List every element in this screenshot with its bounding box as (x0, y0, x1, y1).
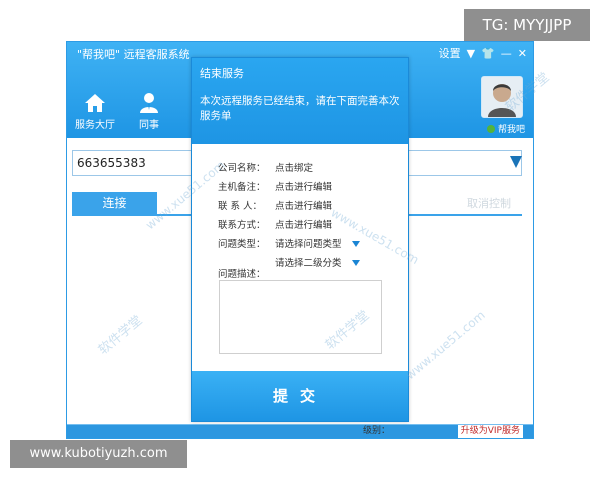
dialog-message: 本次远程服务已经结束，请在下面完善本次服务单 (200, 95, 400, 122)
skin-icon[interactable]: 👕 (481, 47, 495, 60)
online-status-icon (486, 124, 495, 133)
field-label: 公司名称： (218, 163, 266, 174)
company-name-row: 公司名称： 点击绑定 (218, 160, 313, 174)
profile-name: 帮我吧 (497, 125, 525, 135)
description-textarea[interactable] (219, 280, 382, 354)
nav-item-label: 同事 (139, 120, 159, 131)
end-service-dialog: 结束服务 本次远程服务已经结束，请在下面完善本次服务单 公司名称： 点击绑定 主… (191, 57, 409, 422)
issue-type-row: 问题类型： 请选择问题类型 (218, 236, 360, 250)
avatar[interactable] (481, 76, 523, 118)
issue-subtype-select[interactable]: 请选择二级分类 (275, 255, 360, 269)
level-label: 级别： (363, 426, 391, 436)
contact-method-edit-link[interactable]: 点击进行编辑 (275, 217, 332, 231)
dialog-title: 结束服务 (200, 67, 244, 80)
profile-label: 帮我吧 (486, 122, 525, 135)
submit-button[interactable]: 提交 (192, 371, 408, 421)
issue-subtype-value: 请选择二级分类 (275, 258, 342, 269)
field-label: 联系方式： (218, 220, 266, 231)
contact-person-row: 联 系 人： 点击进行编辑 (218, 198, 332, 212)
tg-label: TG: MYYJJPP (464, 9, 590, 41)
field-label: 联 系 人： (218, 201, 263, 212)
connect-button[interactable]: 连接 (72, 192, 157, 214)
app-title: "帮我吧" 远程客服系统 (77, 48, 190, 61)
dialog-header: 结束服务 本次远程服务已经结束，请在下面完善本次服务单 (192, 58, 408, 144)
status-bar: 级别： 升级为VIP服务 (67, 424, 533, 438)
field-label: 问题描述： (218, 269, 266, 280)
company-bind-link[interactable]: 点击绑定 (275, 160, 313, 174)
issue-type-select[interactable]: 请选择问题类型 (275, 236, 360, 250)
contact-person-edit-link[interactable]: 点击进行编辑 (275, 198, 332, 212)
nav-item-label: 服务大厅 (75, 120, 115, 131)
home-icon (85, 94, 105, 112)
issue-type-value: 请选择问题类型 (275, 239, 342, 250)
nav-item-service-hall[interactable]: 服务大厅 (73, 92, 117, 131)
chevron-down-icon (351, 241, 360, 247)
minimize-icon[interactable]: — (501, 47, 512, 60)
settings-button[interactable]: 设置 (439, 45, 461, 61)
contact-method-row: 联系方式： 点击进行编辑 (218, 217, 332, 231)
window-controls: 设置 ▼ 👕 — ✕ (439, 45, 527, 61)
field-label: 主机备注： (218, 182, 266, 193)
upgrade-vip-button[interactable]: 升级为VIP服务 (457, 425, 523, 438)
host-note-row: 主机备注： 点击进行编辑 (218, 179, 332, 193)
nav-item-colleague[interactable]: 同事 (127, 92, 171, 131)
cancel-control-button[interactable]: 取消控制 (467, 195, 511, 211)
avatar-icon (482, 77, 522, 117)
chevron-down-icon[interactable] (510, 156, 522, 168)
description-row: 问题描述： (218, 266, 275, 280)
site-url-label: www.kubotiyuzh.com (10, 440, 187, 468)
chevron-down-icon (351, 260, 360, 266)
colleague-icon (140, 93, 158, 113)
dropdown-icon[interactable]: ▼ (467, 47, 475, 60)
close-icon[interactable]: ✕ (518, 47, 527, 60)
field-label: 问题类型： (218, 239, 266, 250)
host-note-edit-link[interactable]: 点击进行编辑 (275, 179, 332, 193)
